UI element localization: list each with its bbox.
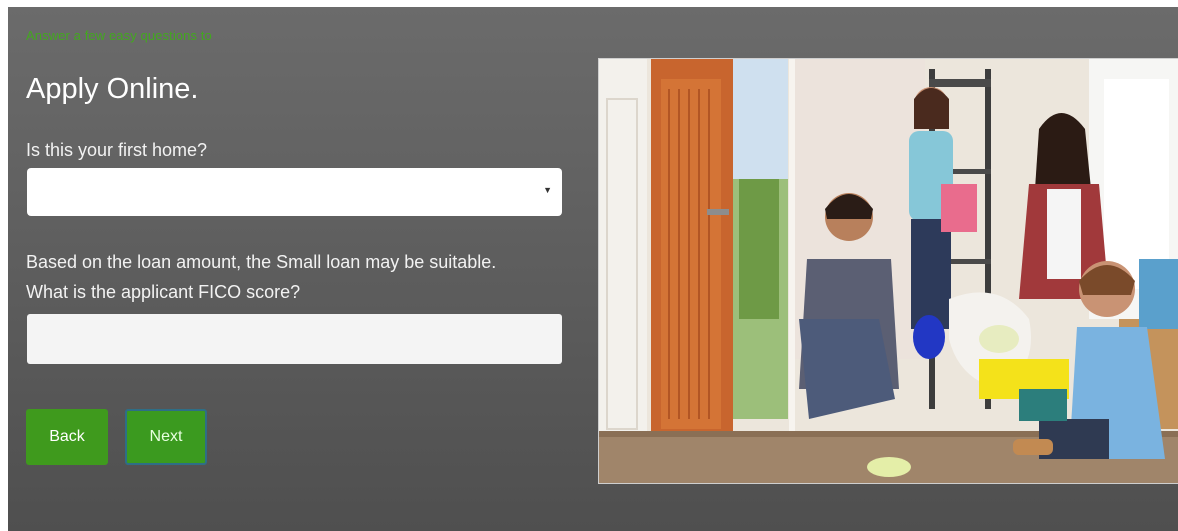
family-moving-home-photo xyxy=(598,58,1178,484)
next-button[interactable]: Next xyxy=(125,409,207,465)
dropdown-caret-icon: ▼ xyxy=(543,185,552,195)
loan-suitability-info: Based on the loan amount, the Small loan… xyxy=(26,252,497,272)
first-home-question: Is this your first home? xyxy=(26,140,208,160)
fico-question: What is the applicant FICO score? xyxy=(26,282,301,302)
fico-score-input[interactable] xyxy=(27,314,562,364)
photo-illustration xyxy=(599,59,1178,483)
back-button[interactable]: Back xyxy=(26,409,108,465)
intro-text: Answer a few easy questions to xyxy=(26,28,212,43)
page-title: Apply Online. xyxy=(26,73,199,105)
first-home-select[interactable]: ▼ xyxy=(27,168,562,216)
fico-question-block: Based on the loan amount, the Small loan… xyxy=(26,247,586,307)
